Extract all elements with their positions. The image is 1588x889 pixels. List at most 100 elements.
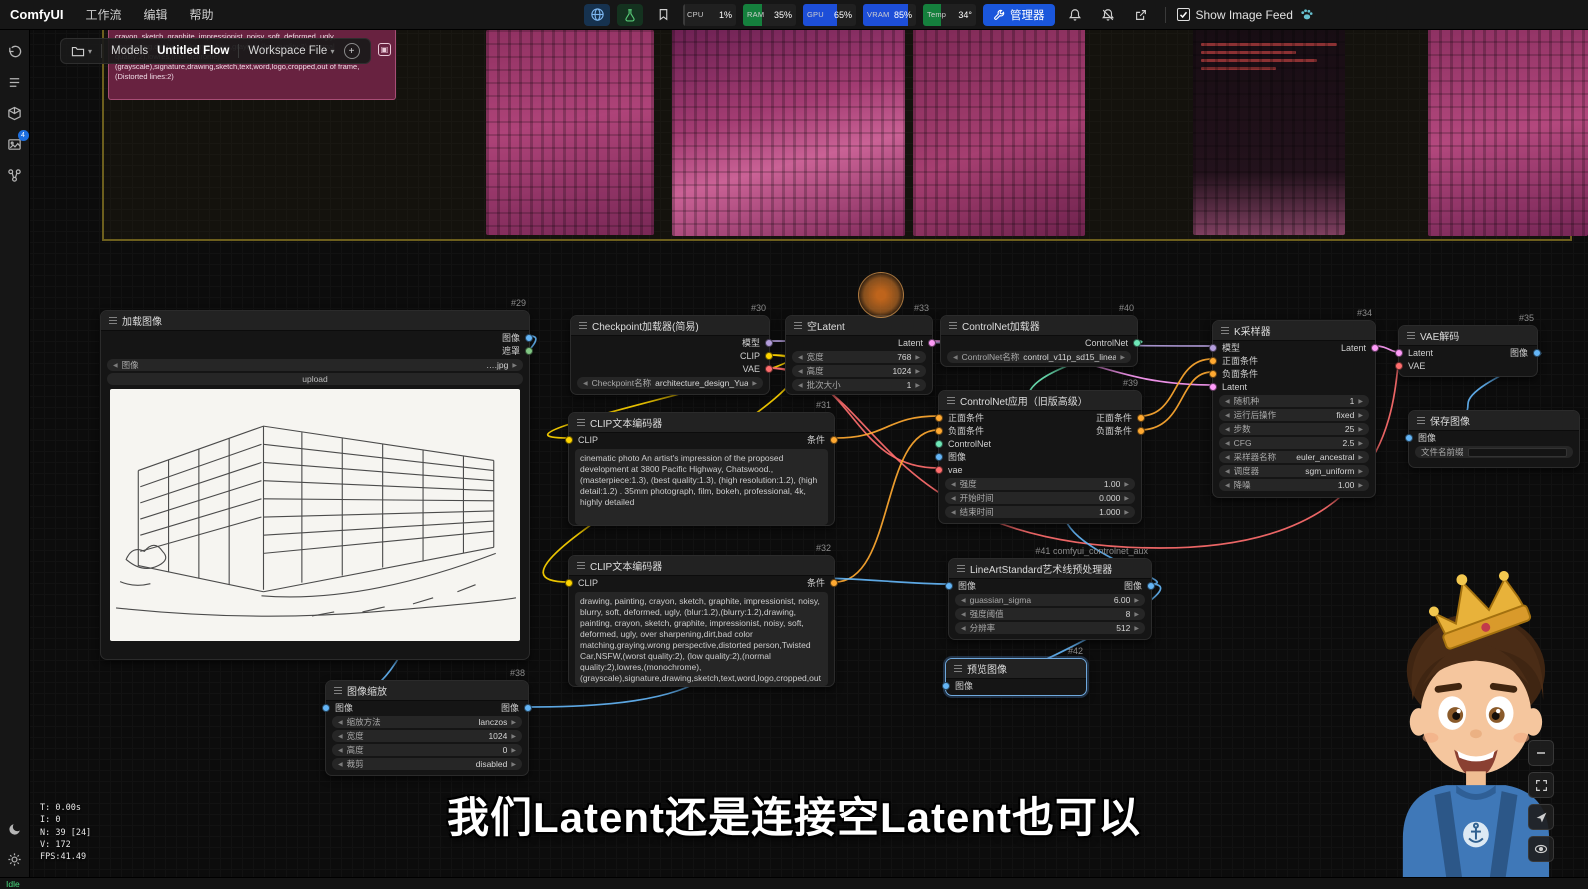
filename-prefix-widget[interactable]: 文件名前缀 [1415, 446, 1573, 458]
prev-arrow-icon[interactable]: ◀ [338, 733, 343, 740]
fit-view-button[interactable] [1528, 772, 1554, 798]
output-image-slot[interactable] [525, 334, 533, 342]
intensity-threshold-widget[interactable]: ◀强度阈值8▶ [955, 608, 1145, 620]
prev-arrow-icon[interactable]: ◀ [953, 354, 958, 361]
node-menu-icon[interactable] [954, 665, 962, 672]
crop-widget[interactable]: ◀裁剪disabled▶ [332, 758, 522, 770]
input-vae-slot[interactable] [1395, 362, 1403, 370]
bell-icon[interactable] [1062, 4, 1088, 26]
input-latent-slot[interactable] [1209, 383, 1217, 391]
feed-image[interactable] [913, 28, 1085, 236]
save-workflow-button[interactable]: + [344, 43, 360, 59]
node-clip-encode-negative[interactable]: #32 CLIP文本编码器 CLIP条件 drawing, painting, … [568, 555, 835, 687]
prev-arrow-icon[interactable]: ◀ [1225, 454, 1230, 461]
resolution-widget[interactable]: ◀分辨率512▶ [955, 622, 1145, 634]
node-menu-icon[interactable] [794, 322, 802, 329]
output-model-slot[interactable] [765, 339, 773, 347]
prev-arrow-icon[interactable]: ◀ [338, 761, 343, 768]
input-clip-slot[interactable] [565, 579, 573, 587]
next-arrow-icon[interactable]: ▶ [511, 761, 516, 768]
node-menu-icon[interactable] [1417, 417, 1425, 424]
prev-arrow-icon[interactable]: ◀ [338, 747, 343, 754]
translate-icon[interactable] [584, 4, 610, 26]
next-arrow-icon[interactable]: ▶ [752, 380, 757, 387]
input-image-slot[interactable] [945, 582, 953, 590]
manager-button[interactable]: 管理器 [983, 4, 1055, 26]
next-arrow-icon[interactable]: ▶ [915, 354, 920, 361]
flask-icon[interactable] [617, 4, 643, 26]
next-arrow-icon[interactable]: ▶ [915, 368, 920, 375]
prompt-textarea[interactable]: drawing, painting, crayon, sketch, graph… [575, 592, 828, 686]
node-title-bar[interactable]: ControlNet应用（旧版高级） [939, 391, 1141, 411]
next-arrow-icon[interactable]: ▶ [512, 362, 517, 369]
prev-arrow-icon[interactable]: ◀ [113, 362, 118, 369]
prev-arrow-icon[interactable]: ◀ [961, 597, 966, 604]
checkbox-checked-icon[interactable] [1177, 8, 1190, 21]
workflow-tab[interactable]: Untitled Flow [157, 45, 229, 57]
next-arrow-icon[interactable]: ▶ [511, 747, 516, 754]
node-image-scale[interactable]: #38 图像缩放 图像图像 ◀缩放方法lanczos▶ ◀宽度1024▶ ◀高度… [325, 680, 529, 776]
feed-image[interactable] [1193, 28, 1345, 235]
prev-arrow-icon[interactable]: ◀ [951, 481, 956, 488]
feed-image[interactable] [1428, 28, 1588, 236]
toggle-visibility-button[interactable] [1528, 836, 1554, 862]
next-arrow-icon[interactable]: ▶ [1134, 611, 1139, 618]
image-select-widget[interactable]: ◀图像….jpg▶ [107, 359, 523, 371]
prev-arrow-icon[interactable]: ◀ [951, 509, 956, 516]
input-model-slot[interactable] [1209, 344, 1217, 352]
node-checkpoint-loader[interactable]: #30 Checkpoint加载器(简易) 模型 CLIP VAE ◀Check… [570, 315, 770, 395]
control-after-generate-widget[interactable]: ◀运行后操作fixed▶ [1219, 409, 1369, 421]
node-lineart-preprocessor[interactable]: #41 comfyui_controlnet_aux LineArtStanda… [948, 558, 1152, 640]
output-cond-slot[interactable] [830, 436, 838, 444]
prompt-textarea[interactable]: cinematic photo An artist's impression o… [575, 449, 828, 525]
upscale-method-widget[interactable]: ◀缩放方法lanczos▶ [332, 716, 522, 728]
prev-arrow-icon[interactable]: ◀ [961, 611, 966, 618]
node-title-bar[interactable]: 空Latent [786, 316, 932, 336]
start-percent-widget[interactable]: ◀开始时间0.000▶ [945, 492, 1135, 504]
node-title-bar[interactable]: CLIP文本编码器 [569, 556, 834, 576]
gallery-button[interactable]: 4 [2, 131, 28, 158]
node-menu-icon[interactable] [957, 565, 965, 572]
input-latent-slot[interactable] [1395, 349, 1403, 357]
feed-image[interactable] [486, 30, 654, 235]
node-title-bar[interactable]: CLIP文本编码器 [569, 413, 834, 433]
workspace-file-menu[interactable]: Workspace File ▾ [248, 45, 334, 57]
node-title-bar[interactable]: ControlNet加载器 [941, 316, 1137, 336]
input-negative-slot[interactable] [1209, 370, 1217, 378]
next-arrow-icon[interactable]: ▶ [1124, 495, 1129, 502]
prev-arrow-icon[interactable]: ◀ [583, 380, 588, 387]
models-menu[interactable]: Models [111, 45, 148, 57]
node-menu-icon[interactable] [334, 687, 342, 694]
node-title-bar[interactable]: 保存图像 [1409, 411, 1579, 431]
prev-arrow-icon[interactable]: ◀ [1225, 468, 1230, 475]
model-library-button[interactable] [2, 100, 28, 127]
next-arrow-icon[interactable]: ▶ [1358, 426, 1363, 433]
prev-arrow-icon[interactable]: ◀ [951, 495, 956, 502]
node-menu-icon[interactable] [949, 322, 957, 329]
node-menu-icon[interactable] [577, 562, 585, 569]
output-vae-slot[interactable] [765, 365, 773, 373]
prev-arrow-icon[interactable]: ◀ [1225, 412, 1230, 419]
input-positive-slot[interactable] [935, 414, 943, 422]
node-menu-icon[interactable] [579, 322, 587, 329]
node-preview-image[interactable]: #42 预览图像 图像 [945, 658, 1087, 696]
folder-icon[interactable]: ▾ [71, 45, 92, 57]
next-arrow-icon[interactable]: ▶ [511, 719, 516, 726]
prev-arrow-icon[interactable]: ◀ [1225, 398, 1230, 405]
end-percent-widget[interactable]: ◀结束时间1.000▶ [945, 506, 1135, 518]
node-title-bar[interactable]: 加载图像 [101, 311, 529, 331]
node-menu-icon[interactable] [947, 397, 955, 404]
input-image-slot[interactable] [1405, 434, 1413, 442]
next-arrow-icon[interactable]: ▶ [1124, 481, 1129, 488]
output-controlnet-slot[interactable] [1133, 339, 1141, 347]
output-latent-slot[interactable] [928, 339, 936, 347]
clipboard-icon[interactable]: ▣ [378, 43, 391, 56]
prev-arrow-icon[interactable]: ◀ [798, 354, 803, 361]
menu-edit[interactable]: 编辑 [143, 6, 167, 23]
output-negative-slot[interactable] [1137, 427, 1145, 435]
input-image-slot[interactable] [942, 682, 950, 690]
output-positive-slot[interactable] [1137, 414, 1145, 422]
output-latent-slot[interactable] [1371, 344, 1379, 352]
input-image-slot[interactable] [935, 453, 943, 461]
node-clip-encode-positive[interactable]: #31 CLIP文本编码器 CLIP条件 cinematic photo An … [568, 412, 835, 526]
